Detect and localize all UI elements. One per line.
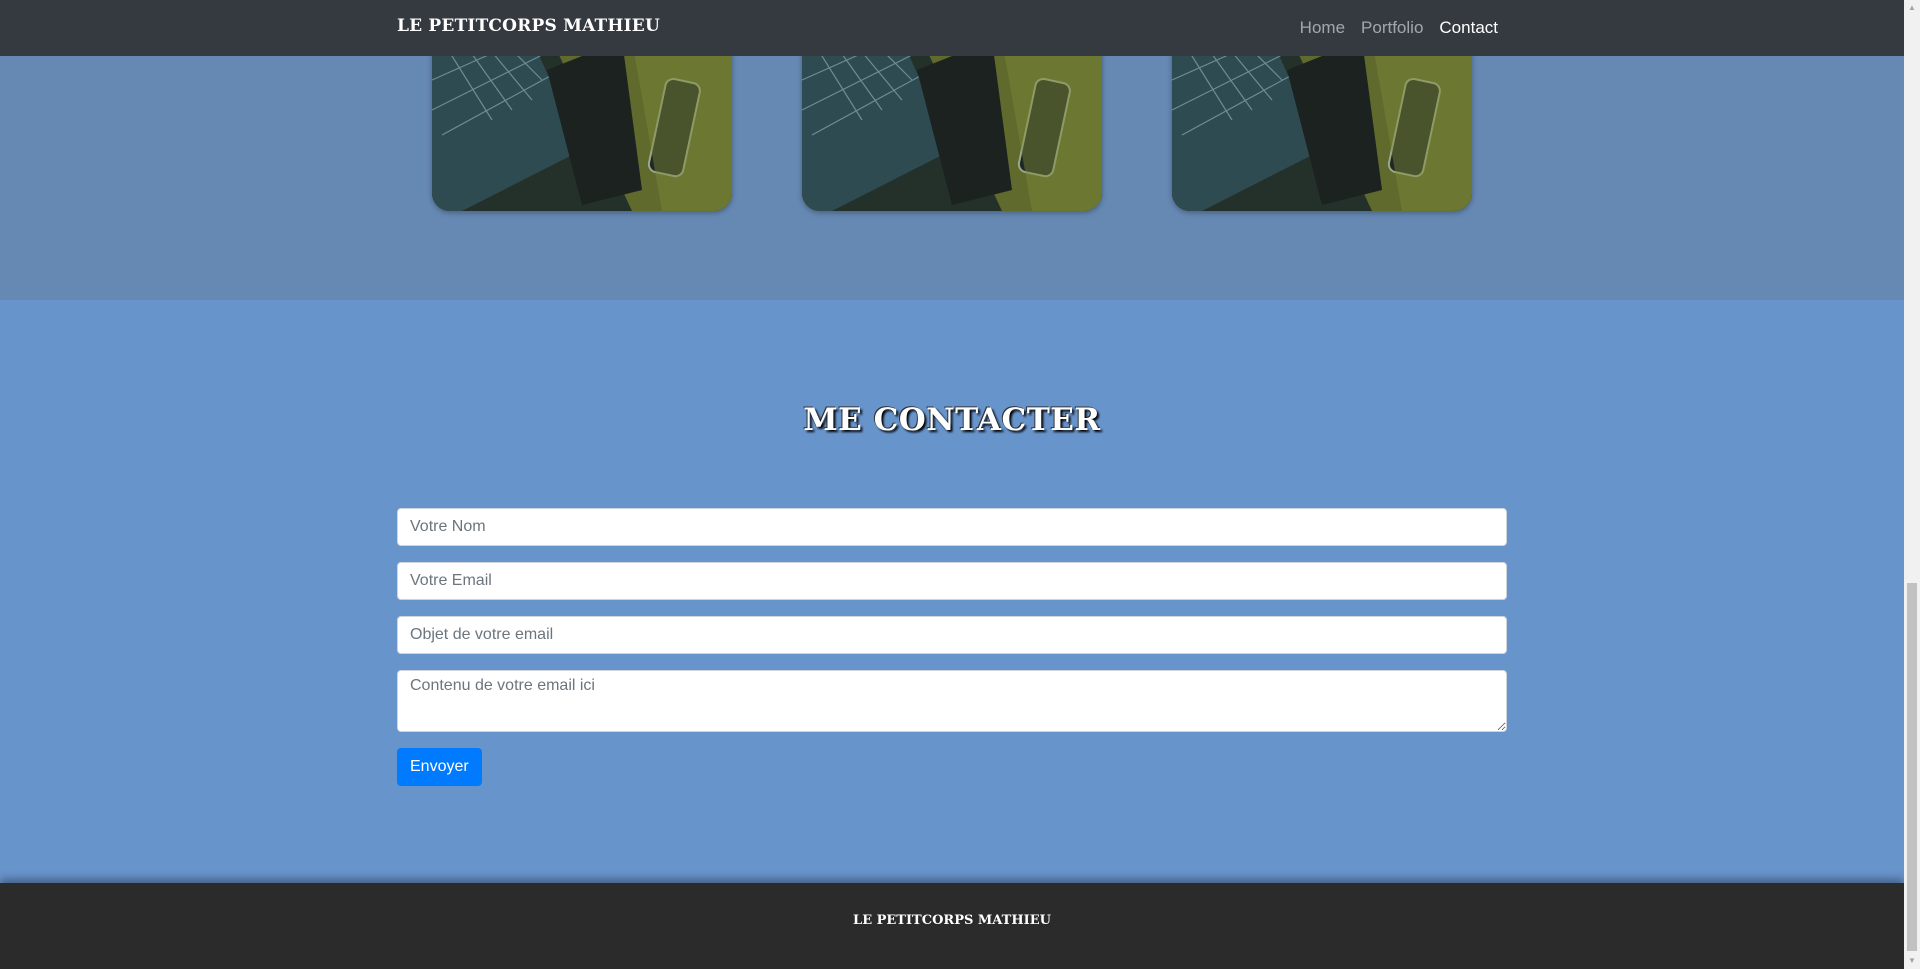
portfolio-image-3[interactable]: [1172, 40, 1472, 211]
contact-section: ME CONTACTER Envoyer: [0, 300, 1904, 883]
portfolio-image-2[interactable]: [802, 40, 1102, 211]
nav-links: Home Portfolio Contact: [1300, 18, 1498, 38]
scrollbar-thumb[interactable]: [1907, 583, 1917, 951]
footer-brand: LE PETITCORPS MATHIEU: [853, 913, 1051, 928]
scroll-up-arrow-icon[interactable]: ▲: [1904, 0, 1920, 16]
navbar-brand[interactable]: LE PETITCORPS MATHIEU: [397, 16, 660, 36]
send-button[interactable]: Envoyer: [397, 748, 482, 786]
message-field[interactable]: [397, 670, 1507, 732]
scroll-down-arrow-icon[interactable]: ▼: [1904, 953, 1920, 969]
email-field[interactable]: [397, 562, 1507, 600]
vertical-scrollbar[interactable]: ▲ ▼: [1904, 0, 1920, 969]
subject-field[interactable]: [397, 616, 1507, 654]
laptop-phone-image: [1172, 40, 1472, 211]
laptop-phone-image: [432, 40, 732, 211]
navbar: LE PETITCORPS MATHIEU Home Portfolio Con…: [0, 0, 1904, 56]
footer: LE PETITCORPS MATHIEU: [0, 883, 1904, 969]
nav-link-portfolio[interactable]: Portfolio: [1361, 18, 1423, 38]
section-title: ME CONTACTER: [803, 402, 1101, 438]
laptop-phone-image: [802, 40, 1102, 211]
name-field[interactable]: [397, 508, 1507, 546]
nav-link-home[interactable]: Home: [1300, 18, 1345, 38]
portfolio-image-1[interactable]: [432, 40, 732, 211]
nav-link-contact[interactable]: Contact: [1439, 18, 1498, 38]
